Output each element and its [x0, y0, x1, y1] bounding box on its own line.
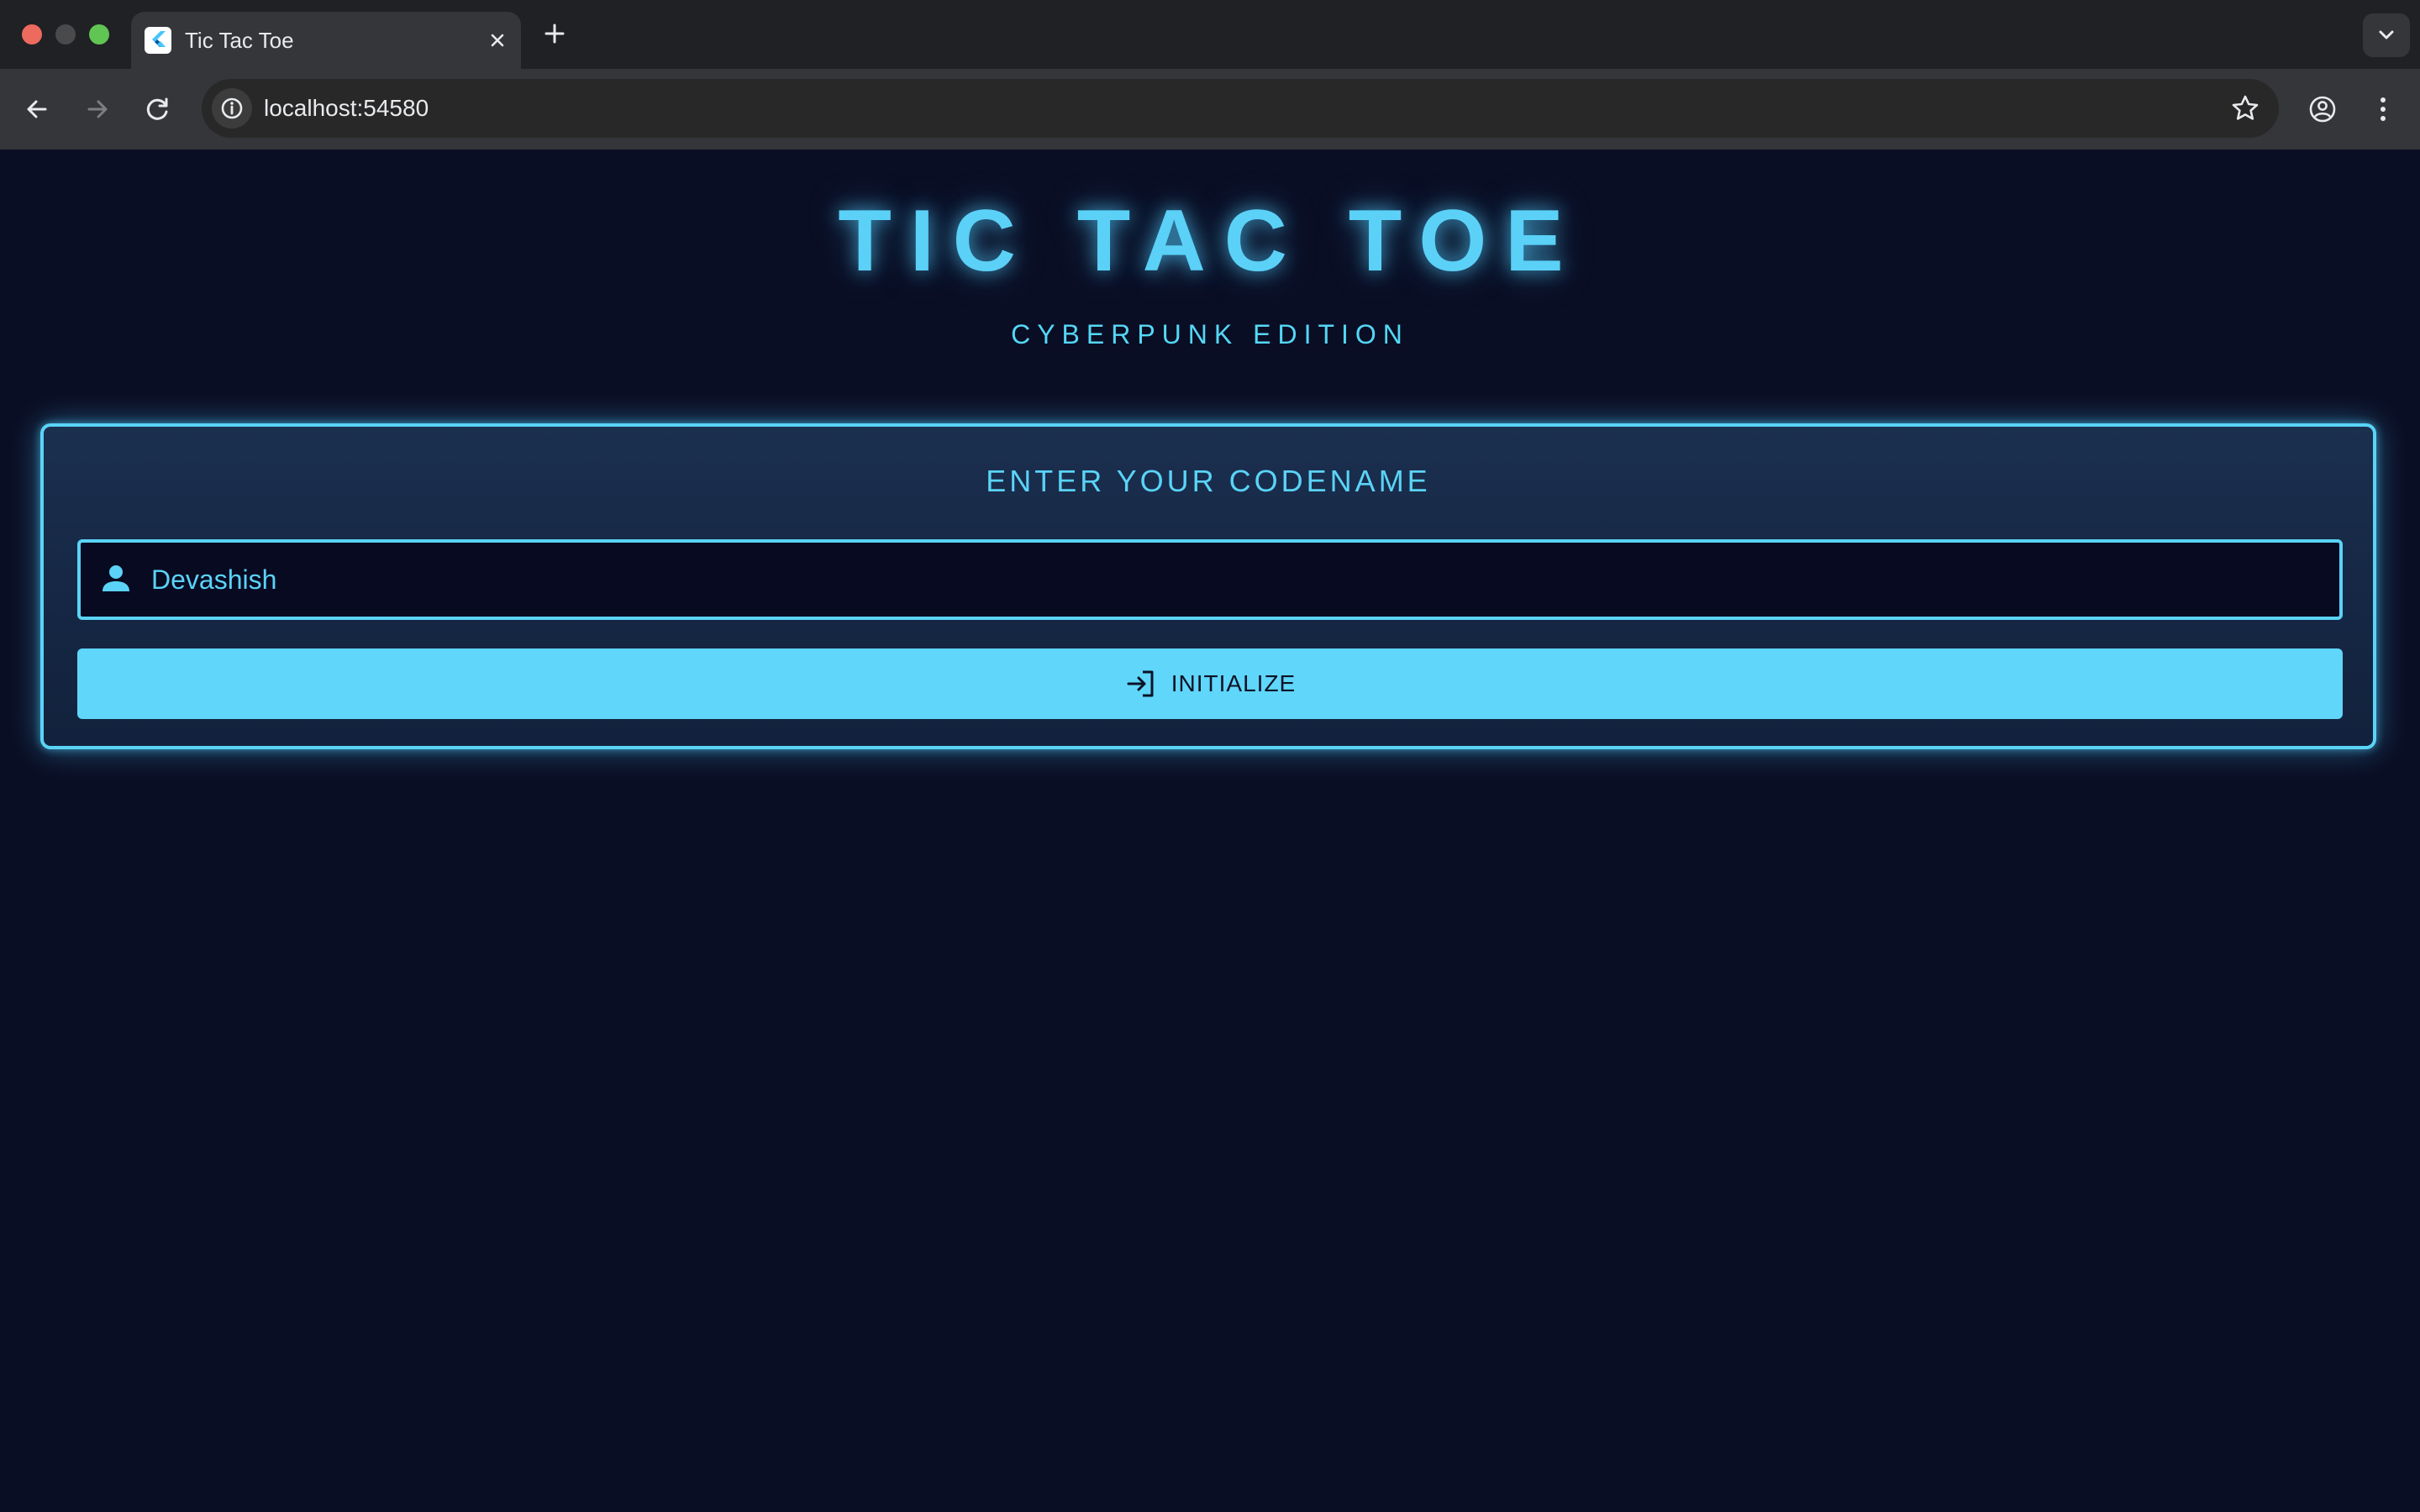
browser-toolbar: localhost:54580: [0, 69, 2420, 150]
card-heading: ENTER YOUR CODENAME: [986, 464, 1431, 498]
login-icon: [1124, 667, 1158, 701]
app-page: TIC TAC TOE CYBERPUNK EDITION ENTER YOUR…: [0, 150, 2420, 1512]
app-title: TIC TAC TOE: [838, 192, 1582, 290]
more-vert-icon[interactable]: [2363, 89, 2403, 129]
browser-tab-strip: Tic Tac Toe: [0, 0, 2420, 69]
window-zoom-button[interactable]: [89, 24, 109, 45]
browser-tab[interactable]: Tic Tac Toe: [131, 12, 521, 69]
initialize-button[interactable]: INITIALIZE: [77, 648, 2343, 719]
arrow-right-icon[interactable]: [77, 89, 118, 129]
window-close-button[interactable]: [22, 24, 42, 45]
account-circle-icon[interactable]: [2302, 89, 2343, 129]
close-icon[interactable]: [484, 27, 511, 54]
reload-icon[interactable]: [138, 89, 178, 129]
codename-input[interactable]: [151, 543, 2319, 617]
tab-title: Tic Tac Toe: [185, 28, 294, 53]
window-minimize-button[interactable]: [55, 24, 76, 45]
app-subtitle: CYBERPUNK EDITION: [1011, 319, 1409, 349]
flutter-logo-icon: [145, 27, 171, 54]
tab-search-button[interactable]: [2363, 13, 2410, 57]
arrow-left-icon[interactable]: [17, 89, 57, 129]
info-icon[interactable]: [212, 88, 252, 129]
star-icon[interactable]: [2228, 92, 2262, 125]
codename-field[interactable]: [77, 539, 2343, 620]
address-bar[interactable]: localhost:54580: [202, 79, 2279, 138]
address-bar-url[interactable]: localhost:54580: [264, 79, 429, 138]
codename-card: ENTER YOUR CODENAME INITIALIZE: [40, 423, 2376, 749]
initialize-button-label: INITIALIZE: [1171, 670, 1297, 696]
person-icon: [96, 559, 136, 600]
plus-icon[interactable]: [538, 17, 571, 50]
